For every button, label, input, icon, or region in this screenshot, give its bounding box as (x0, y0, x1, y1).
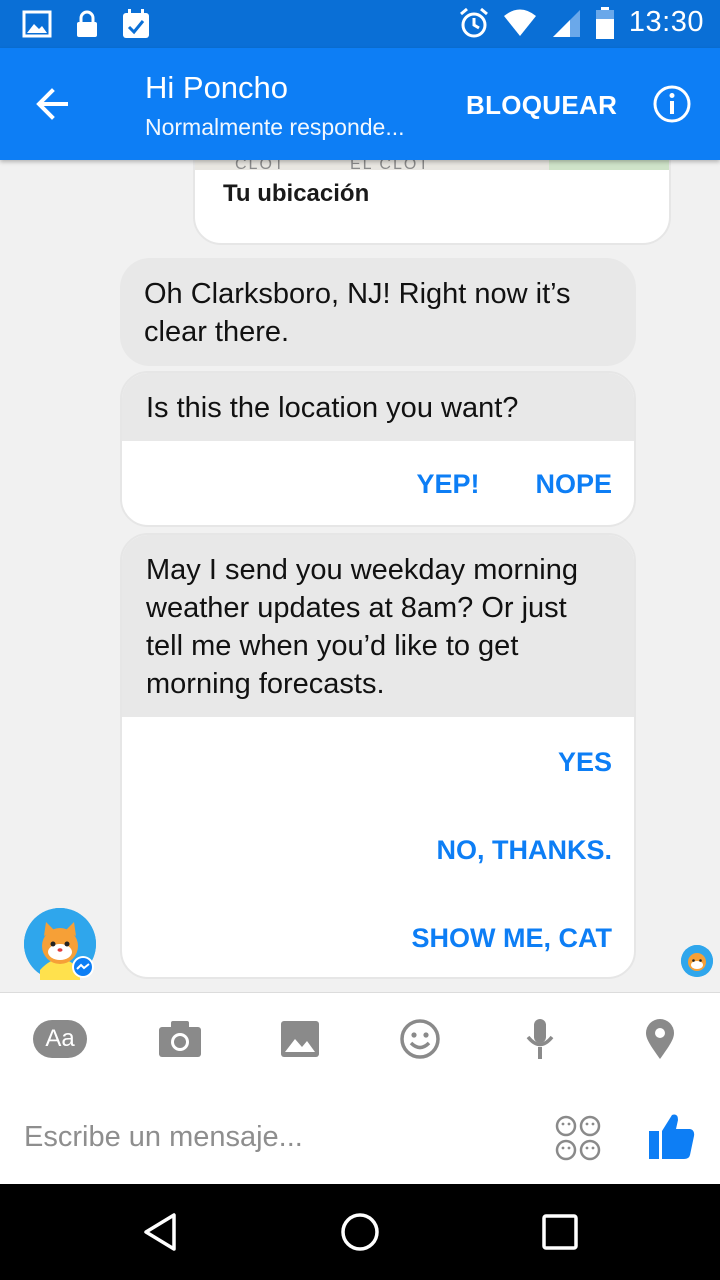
map-preview: CLOT EL CLOT (195, 160, 669, 173)
location-label: Tu ubicación (223, 180, 370, 207)
messenger-badge (72, 956, 94, 978)
messenger-icon (74, 958, 92, 976)
signal-icon (552, 9, 580, 37)
map-green-area (549, 160, 669, 170)
chat-thread[interactable]: CLOT EL CLOT Tu ubicación Oh Clarksboro,… (0, 160, 720, 992)
location-confirm-card: Is this the location you want? YEP! NOPE (120, 371, 636, 527)
app-bar: Hi Poncho Normalmente responde... BLOQUE… (0, 48, 720, 160)
location-button[interactable] (632, 1015, 688, 1063)
back-arrow-icon[interactable] (30, 84, 78, 124)
message-input[interactable]: Escribe un mensaje... (24, 1121, 303, 1154)
nav-back-icon[interactable] (138, 1210, 182, 1254)
image-notification-icon (22, 10, 52, 38)
voice-button[interactable] (512, 1015, 568, 1063)
cat-face-icon (681, 945, 713, 977)
gallery-button[interactable] (272, 1015, 328, 1063)
stickers-icon[interactable] (555, 1115, 601, 1161)
block-button[interactable]: BLOQUEAR (466, 90, 617, 121)
conversation-title[interactable]: Hi Poncho (145, 70, 288, 106)
microphone-icon (526, 1019, 554, 1059)
map-label: EL CLOT (350, 160, 431, 173)
wifi-icon (503, 9, 536, 36)
text-tool-label: Aa (45, 1025, 75, 1052)
info-icon[interactable] (652, 84, 692, 124)
card-question: May I send you weekday morning weather u… (122, 535, 634, 717)
alarm-icon (459, 7, 488, 37)
navigation-bar (0, 1184, 720, 1280)
location-card[interactable]: CLOT EL CLOT Tu ubicación (193, 160, 671, 245)
thumbs-up-icon[interactable] (648, 1111, 696, 1161)
battery-icon (595, 6, 614, 39)
image-icon (281, 1021, 319, 1057)
location-pin-icon (646, 1019, 674, 1059)
yep-button[interactable]: YEP! (416, 469, 479, 500)
yes-button[interactable]: YES (558, 747, 612, 778)
message-bubble: Oh Clarksboro, NJ! Right now it’s clear … (120, 258, 636, 366)
camera-icon (159, 1021, 201, 1057)
calendar-check-icon (123, 9, 149, 38)
conversation-subtitle: Normalmente responde... (145, 114, 405, 140)
lock-icon (77, 10, 97, 37)
composer: Aa Escribe un mensaje... (0, 992, 720, 1184)
forecast-card: May I send you weekday morning weather u… (120, 533, 636, 979)
smiley-icon (400, 1019, 440, 1059)
show-me-cat-button[interactable]: SHOW ME, CAT (412, 923, 612, 954)
nav-home-icon[interactable] (338, 1210, 382, 1254)
text-tool-icon: Aa (33, 1020, 87, 1058)
camera-button[interactable] (152, 1015, 208, 1063)
clock: 13:30 (628, 6, 704, 38)
bot-avatar[interactable] (24, 908, 96, 980)
emoji-button[interactable] (392, 1015, 448, 1063)
read-receipt-avatar (681, 945, 713, 977)
status-bar: 13:30 (0, 0, 720, 48)
text-tool[interactable]: Aa (32, 1015, 88, 1063)
map-label: CLOT (235, 160, 286, 173)
nope-button[interactable]: NOPE (535, 469, 612, 500)
card-question: Is this the location you want? (122, 373, 634, 441)
nav-recents-icon[interactable] (538, 1210, 582, 1254)
no-thanks-button[interactable]: NO, THANKS. (437, 835, 613, 866)
